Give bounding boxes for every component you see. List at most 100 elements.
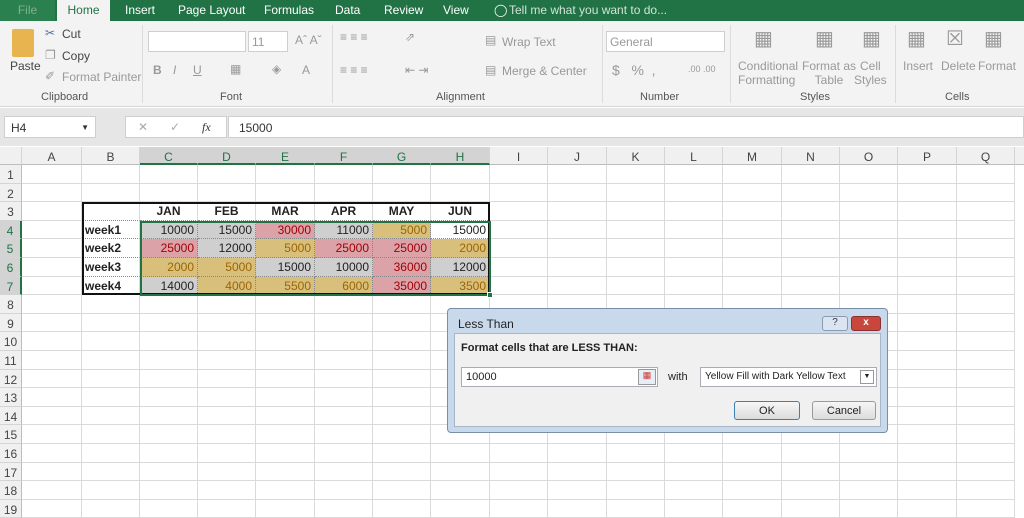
- data-cell[interactable]: 2000: [140, 258, 198, 277]
- cut-button[interactable]: Cut: [62, 27, 81, 41]
- cell[interactable]: [723, 462, 782, 482]
- insert-function-icon[interactable]: fx: [202, 120, 211, 135]
- cell[interactable]: [548, 499, 607, 518]
- cell[interactable]: [898, 276, 957, 296]
- cell[interactable]: [22, 425, 82, 444]
- cell[interactable]: [256, 369, 315, 389]
- row-header-3[interactable]: 3: [0, 202, 22, 221]
- close-button[interactable]: x: [851, 316, 881, 331]
- column-header-g[interactable]: G: [373, 147, 431, 165]
- align-top-icon[interactable]: ≡ ≡ ≡: [340, 30, 368, 44]
- cell[interactable]: [22, 406, 82, 426]
- cell[interactable]: [723, 499, 782, 518]
- cell[interactable]: [22, 462, 82, 482]
- cell[interactable]: [957, 332, 1015, 351]
- cell[interactable]: [256, 481, 315, 500]
- cell[interactable]: [82, 183, 140, 203]
- cell[interactable]: [957, 295, 1015, 314]
- cell[interactable]: [548, 183, 607, 203]
- cell[interactable]: [198, 444, 256, 463]
- cell[interactable]: [256, 165, 315, 184]
- column-header-k[interactable]: K: [607, 147, 665, 165]
- row-header-14[interactable]: 14: [0, 406, 22, 426]
- cell[interactable]: [315, 425, 373, 444]
- cell[interactable]: [373, 295, 431, 314]
- data-cell[interactable]: 5000: [198, 258, 256, 277]
- cell[interactable]: [22, 258, 82, 277]
- cell[interactable]: [723, 165, 782, 184]
- cell[interactable]: [898, 481, 957, 500]
- cell[interactable]: [782, 220, 840, 240]
- cell[interactable]: [782, 183, 840, 203]
- cell[interactable]: [723, 481, 782, 500]
- cell[interactable]: [957, 276, 1015, 296]
- range-picker-icon[interactable]: ▦: [638, 369, 656, 385]
- cell[interactable]: [373, 425, 431, 444]
- cell[interactable]: [315, 388, 373, 407]
- row-header-15[interactable]: 15: [0, 425, 22, 444]
- fill-handle[interactable]: [487, 292, 493, 299]
- data-cell[interactable]: 10000: [140, 220, 198, 240]
- cell[interactable]: [490, 462, 548, 482]
- data-cell[interactable]: 6000: [315, 276, 373, 296]
- cell[interactable]: [490, 499, 548, 518]
- cell[interactable]: [431, 481, 490, 500]
- cell[interactable]: [373, 313, 431, 333]
- cell[interactable]: [957, 462, 1015, 482]
- cell[interactable]: [82, 313, 140, 333]
- cell[interactable]: [782, 258, 840, 277]
- cell[interactable]: [607, 481, 665, 500]
- cell[interactable]: [957, 481, 1015, 500]
- cell[interactable]: [22, 313, 82, 333]
- cell[interactable]: [82, 388, 140, 407]
- cell[interactable]: [490, 202, 548, 221]
- cell[interactable]: [898, 258, 957, 277]
- month-header[interactable]: MAR: [256, 202, 315, 221]
- column-header-j[interactable]: J: [548, 147, 607, 165]
- cell[interactable]: [898, 239, 957, 258]
- cell[interactable]: [140, 332, 198, 351]
- cell[interactable]: [82, 351, 140, 370]
- row-header-13[interactable]: 13: [0, 388, 22, 407]
- cell[interactable]: [22, 239, 82, 258]
- cell[interactable]: [140, 481, 198, 500]
- row-header-18[interactable]: 18: [0, 481, 22, 500]
- format-button[interactable]: Format: [978, 59, 1016, 73]
- cell[interactable]: [140, 499, 198, 518]
- cell[interactable]: [373, 462, 431, 482]
- cell[interactable]: [665, 183, 723, 203]
- cell[interactable]: [957, 425, 1015, 444]
- week-label[interactable]: week3: [82, 258, 140, 277]
- cell[interactable]: [840, 165, 898, 184]
- cell[interactable]: [373, 332, 431, 351]
- cell[interactable]: [898, 425, 957, 444]
- data-cell[interactable]: 11000: [315, 220, 373, 240]
- cell[interactable]: [140, 183, 198, 203]
- cell[interactable]: [957, 239, 1015, 258]
- cell[interactable]: [256, 332, 315, 351]
- week-label[interactable]: week2: [82, 239, 140, 258]
- cell[interactable]: [607, 276, 665, 296]
- cell[interactable]: [898, 388, 957, 407]
- cell[interactable]: [373, 406, 431, 426]
- row-header-6[interactable]: 6: [0, 258, 22, 277]
- indent-icon[interactable]: ⇤ ⇥: [405, 63, 428, 77]
- cell[interactable]: [957, 313, 1015, 333]
- cell[interactable]: [490, 220, 548, 240]
- font-name-select[interactable]: [148, 31, 246, 52]
- cell[interactable]: [490, 481, 548, 500]
- cell[interactable]: [665, 239, 723, 258]
- cell[interactable]: [82, 462, 140, 482]
- tab-file[interactable]: File: [0, 0, 55, 21]
- cell[interactable]: [431, 462, 490, 482]
- week-label[interactable]: week4: [82, 276, 140, 296]
- cell[interactable]: [256, 425, 315, 444]
- column-header-d[interactable]: D: [198, 147, 256, 165]
- cell[interactable]: [373, 481, 431, 500]
- cell[interactable]: [840, 202, 898, 221]
- row-header-2[interactable]: 2: [0, 183, 22, 203]
- underline-button[interactable]: U: [193, 63, 202, 77]
- cell[interactable]: [898, 499, 957, 518]
- cell[interactable]: [198, 313, 256, 333]
- cell[interactable]: [490, 165, 548, 184]
